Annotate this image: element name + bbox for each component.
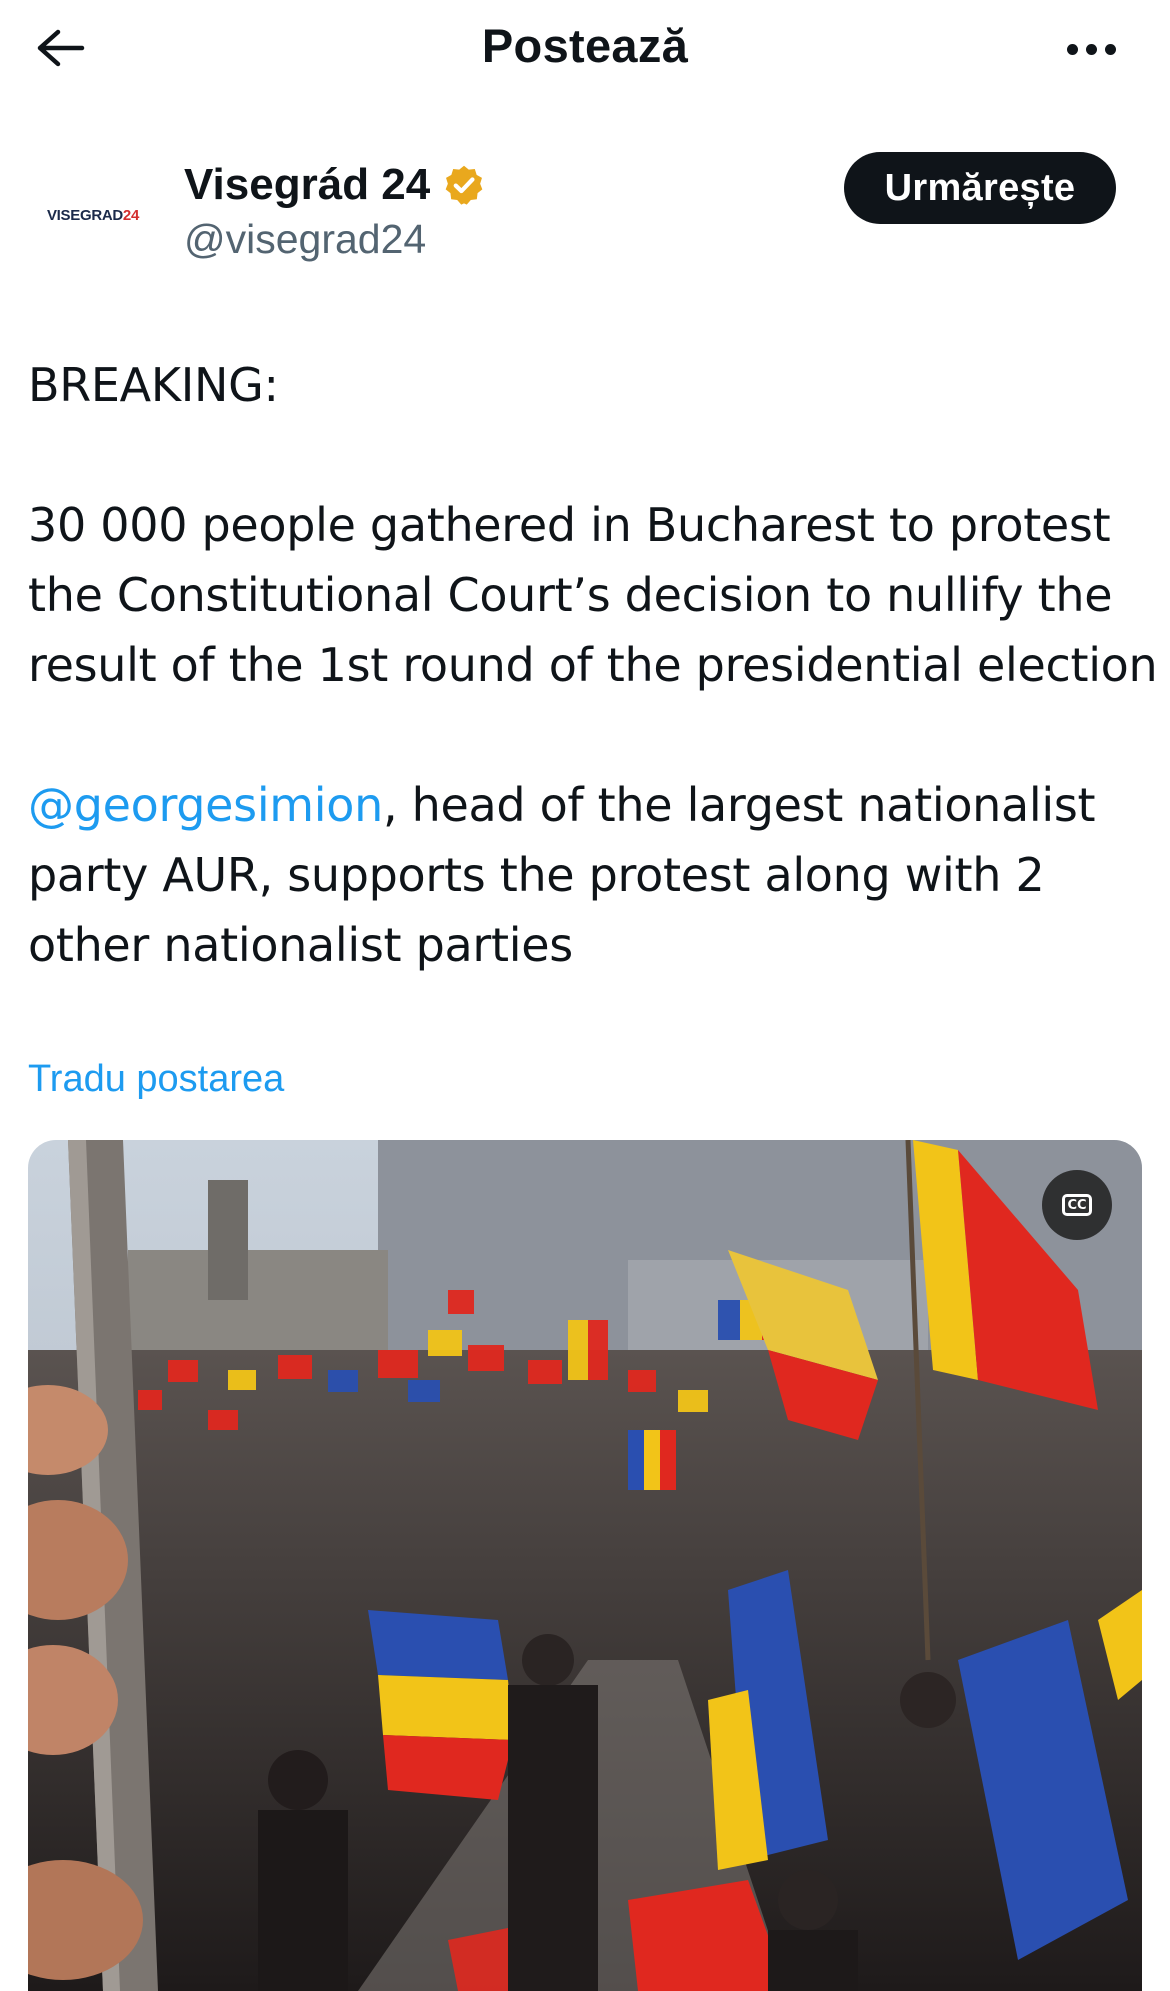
post-paragraph: 30 000 people gathered in Bucharest to p…	[28, 498, 1158, 692]
post-paragraph: BREAKING:	[28, 358, 279, 412]
author-name: Visegrád 24	[184, 160, 431, 209]
follow-button[interactable]: Urmărește	[844, 152, 1116, 224]
verified-badge-icon	[442, 163, 486, 207]
avatar-logo: VISEGRAD24	[46, 206, 140, 224]
author-handle[interactable]: @visegrad24	[184, 216, 426, 263]
author-name-link[interactable]: Visegrád 24	[184, 160, 486, 210]
page-title: Postează	[481, 19, 689, 72]
post-paragraph: @georgesimion, head of the largest natio…	[28, 778, 1096, 972]
avatar[interactable]: VISEGRAD24	[28, 150, 158, 280]
closed-captions-icon: CC	[1062, 1194, 1092, 1216]
author-row: VISEGRAD24 Visegrád 24 @visegrad24 Urmăr…	[0, 150, 1170, 280]
mention-link[interactable]: @georgesimion	[28, 778, 383, 832]
more-horizontal-icon	[1066, 43, 1078, 55]
top-bar: Postează	[0, 0, 1170, 100]
post-text: BREAKING: 30 000 people gathered in Buch…	[28, 350, 1158, 980]
more-options-button[interactable]	[1056, 24, 1126, 74]
captions-button[interactable]: CC	[1042, 1170, 1112, 1240]
translate-post-link[interactable]: Tradu postarea	[28, 1058, 284, 1101]
video-frame	[28, 1140, 1142, 1991]
post-video[interactable]: CC	[28, 1140, 1142, 1991]
